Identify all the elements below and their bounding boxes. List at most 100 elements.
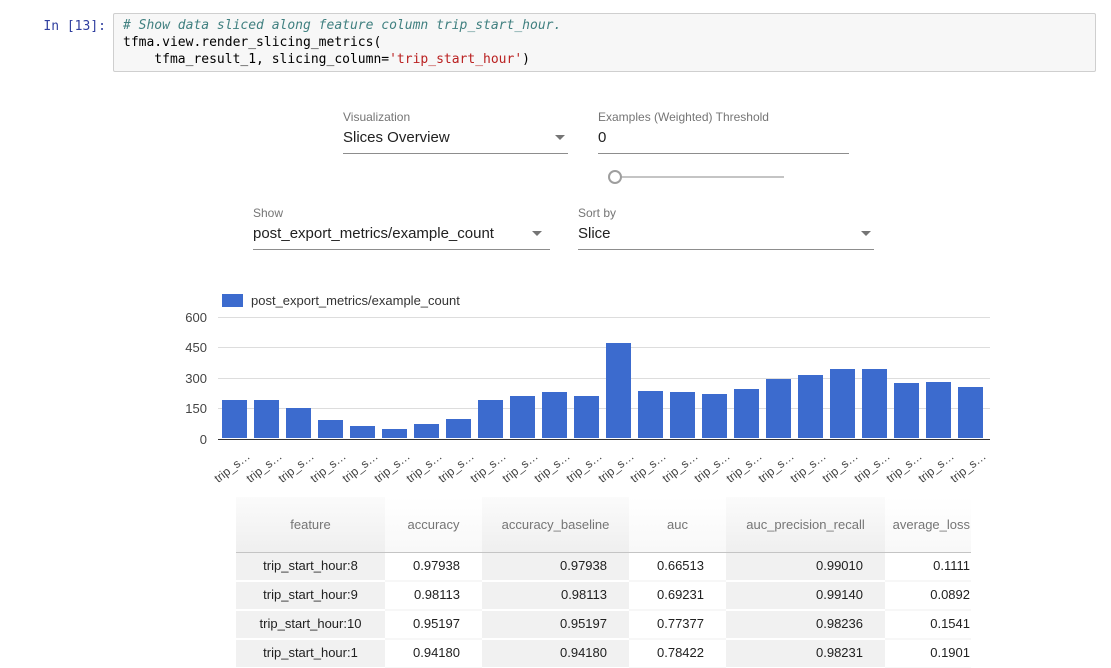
column-header-accuracy[interactable]: accuracy: [385, 497, 482, 552]
x-tick-label-14: trip_s…: [651, 449, 701, 492]
bar-18[interactable]: [798, 375, 823, 438]
column-header-feature[interactable]: feature: [236, 497, 385, 552]
y-tick-label-300: 300: [160, 371, 207, 386]
x-tick-label-5: trip_s…: [363, 449, 413, 492]
threshold-input[interactable]: Examples (Weighted) Threshold 0: [598, 110, 849, 154]
slider-handle[interactable]: [608, 170, 622, 184]
metric-cell: 0.98113: [482, 582, 629, 611]
code-text: # Show data sliced along feature column …: [123, 17, 1095, 68]
table-row-trip_start_hour:1[interactable]: trip_start_hour:10.941800.941800.784220.…: [236, 640, 971, 668]
feature-cell: trip_start_hour:1: [236, 640, 385, 668]
x-tick-label-9: trip_s…: [491, 449, 541, 492]
sort-label: Sort by: [578, 206, 874, 220]
metric-cell: 0.99010: [726, 553, 885, 582]
sort-by-dropdown[interactable]: Sort by Slice: [578, 206, 874, 250]
bar-5[interactable]: [382, 429, 407, 438]
table-row-trip_start_hour:9[interactable]: trip_start_hour:90.981130.981130.692310.…: [236, 582, 971, 611]
x-tick-label-20: trip_s…: [843, 449, 893, 492]
slider-track[interactable]: [617, 176, 784, 178]
bar-20[interactable]: [862, 369, 887, 438]
show-label: Show: [253, 206, 550, 220]
bar-12[interactable]: [606, 343, 631, 438]
metric-cell: 0.95197: [482, 611, 629, 640]
gridline-450: [218, 347, 990, 348]
metric-cell: 0.99140: [726, 582, 885, 611]
visualization-dropdown[interactable]: Visualization Slices Overview: [343, 110, 568, 154]
bar-23[interactable]: [958, 387, 983, 439]
column-header-accuracy_baseline[interactable]: accuracy_baseline: [482, 497, 629, 552]
table-row-trip_start_hour:10[interactable]: trip_start_hour:100.951970.951970.773770…: [236, 611, 971, 640]
metric-cell: 0.95197: [385, 611, 482, 640]
code-cell-input[interactable]: # Show data sliced along feature column …: [113, 13, 1096, 72]
column-header-average_loss[interactable]: average_loss: [885, 497, 971, 552]
y-tick-label-600: 600: [160, 310, 207, 325]
feature-cell: trip_start_hour:9: [236, 582, 385, 611]
metric-cell: 0.98236: [726, 611, 885, 640]
metric-cell: 0.98231: [726, 640, 885, 668]
show-value: post_export_metrics/example_count: [253, 225, 494, 242]
x-tick-label-3: trip_s…: [299, 449, 349, 492]
metric-cell: 0.97938: [385, 553, 482, 582]
feature-cell: trip_start_hour:8: [236, 553, 385, 582]
column-header-auc_precision_recall[interactable]: auc_precision_recall: [726, 497, 885, 552]
x-tick-label-22: trip_s…: [907, 449, 957, 492]
bar-4[interactable]: [350, 426, 375, 438]
x-tick-label-0: trip_s…: [203, 449, 253, 492]
bar-0[interactable]: [222, 400, 247, 438]
cell-prompt: In [13]:: [30, 19, 106, 34]
metrics-table: featureaccuracyaccuracy_baselineaucauc_p…: [236, 497, 971, 668]
x-tick-label-12: trip_s…: [587, 449, 637, 492]
x-tick-label-2: trip_s…: [267, 449, 317, 492]
show-metric-dropdown[interactable]: Show post_export_metrics/example_count: [253, 206, 550, 250]
metric-cell: 0.1901: [885, 640, 971, 668]
x-tick-label-7: trip_s…: [427, 449, 477, 492]
metric-cell: 0.0892: [885, 582, 971, 611]
bar-8[interactable]: [478, 400, 503, 439]
bar-10[interactable]: [542, 392, 567, 438]
table-row-trip_start_hour:8[interactable]: trip_start_hour:80.979380.979380.665130.…: [236, 553, 971, 582]
metric-cell: 0.1541: [885, 611, 971, 640]
bar-13[interactable]: [638, 391, 663, 439]
legend-swatch: [222, 294, 243, 307]
x-tick-label-15: trip_s…: [683, 449, 733, 492]
bar-22[interactable]: [926, 382, 951, 438]
metric-cell: 0.66513: [629, 553, 726, 582]
y-tick-label-150: 150: [160, 401, 207, 416]
chevron-down-icon: [532, 231, 542, 236]
code-line-3: tfma_result_1, slicing_column='trip_star…: [123, 52, 530, 67]
bar-19[interactable]: [830, 369, 855, 438]
threshold-slider[interactable]: [608, 170, 784, 184]
gridline-600: [218, 317, 990, 318]
legend-label: post_export_metrics/example_count: [251, 293, 460, 308]
bar-9[interactable]: [510, 396, 535, 439]
metric-cell: 0.69231: [629, 582, 726, 611]
x-tick-label-16: trip_s…: [715, 449, 765, 492]
bar-17[interactable]: [766, 379, 791, 439]
bar-15[interactable]: [702, 394, 727, 439]
gridline-0: [218, 439, 990, 440]
bar-21[interactable]: [894, 383, 919, 438]
bar-14[interactable]: [670, 392, 695, 439]
x-tick-label-6: trip_s…: [395, 449, 445, 492]
code-line-2: tfma.view.render_slicing_metrics(: [123, 35, 381, 50]
bar-7[interactable]: [446, 419, 471, 438]
x-tick-label-21: trip_s…: [875, 449, 925, 492]
x-tick-label-17: trip_s…: [747, 449, 797, 492]
bar-6[interactable]: [414, 424, 439, 438]
table-body: trip_start_hour:80.979380.979380.665130.…: [236, 553, 971, 668]
bar-1[interactable]: [254, 400, 279, 438]
x-tick-label-23: trip_s…: [939, 449, 989, 492]
bar-16[interactable]: [734, 389, 759, 439]
x-tick-label-8: trip_s…: [459, 449, 509, 492]
visualization-label: Visualization: [343, 110, 568, 124]
metric-cell: 0.1111: [885, 553, 971, 582]
metric-cell: 0.77377: [629, 611, 726, 640]
column-header-auc[interactable]: auc: [629, 497, 726, 552]
bar-2[interactable]: [286, 408, 311, 438]
bar-11[interactable]: [574, 396, 599, 439]
x-tick-label-13: trip_s…: [619, 449, 669, 492]
table-header-row: featureaccuracyaccuracy_baselineaucauc_p…: [236, 497, 971, 553]
metric-cell: 0.78422: [629, 640, 726, 668]
bar-3[interactable]: [318, 420, 343, 438]
x-tick-label-4: trip_s…: [331, 449, 381, 492]
